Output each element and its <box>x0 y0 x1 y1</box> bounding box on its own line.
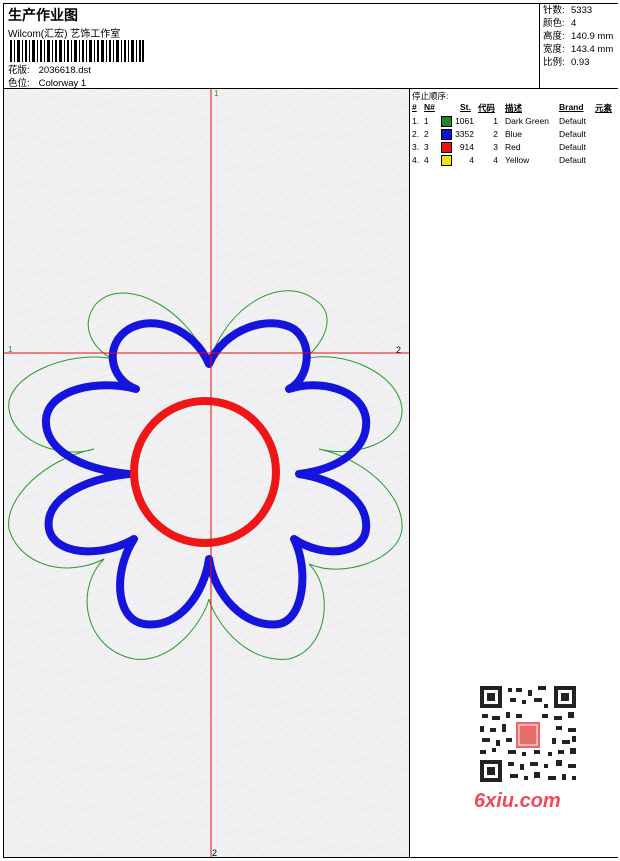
col-header-element: 元素 <box>595 103 613 113</box>
color-swatch <box>441 155 452 166</box>
header: 生产作业图 Wilcom(汇宏) 艺饰工作室 花版: 2036618.dst 色… <box>4 4 617 89</box>
crosshair-label-left: 1 <box>8 345 13 354</box>
color-swatch <box>441 116 452 127</box>
barcode <box>10 40 144 62</box>
table-row: 2. 2 3352 2 Blue Default <box>412 129 586 140</box>
embroidery-design-canvas: 1 2 1 2 <box>4 89 409 857</box>
col-header-number: N# <box>424 102 435 112</box>
col-header-brand: Brand <box>559 102 584 112</box>
stop-sequence-table: 停止顺序: # N# St. 代码 描述 Brand 元素 1. 1 1061 … <box>409 89 618 170</box>
design-specs: 针数: 5333 颜色: 4 高度: 140.9 mm 宽度: 143.4 mm 比例:… <box>539 4 618 88</box>
stop-sequence-caption: 停止顺序: <box>412 91 449 101</box>
qr-center-seal <box>516 722 540 748</box>
stitch-count: 针数: 5333 <box>543 5 593 16</box>
col-header-hash: # <box>412 102 417 112</box>
studio-name: Wilcom(汇宏) 艺饰工作室 <box>8 29 121 40</box>
watermark-logo: 6xiu.com <box>474 790 561 812</box>
crosshair-label-top: 1 <box>214 89 219 98</box>
colorway-label: 色位: <box>8 78 30 89</box>
table-row: 4. 4 4 4 Yellow Default <box>412 155 586 166</box>
color-swatch <box>441 142 452 153</box>
color-swatch <box>441 129 452 140</box>
design-file-row: 花版: 2036618.dst <box>8 62 91 76</box>
fabric-background <box>4 89 409 857</box>
col-header-stitches: St. <box>460 102 471 112</box>
crosshair-label-right: 2 <box>396 345 401 355</box>
design-scale: 比例: 0.93 <box>543 57 590 68</box>
design-height: 高度: 140.9 mm <box>543 31 614 42</box>
colorway-row: 色位: Colorway 1 <box>8 75 86 89</box>
col-header-code: 代码 <box>478 103 496 113</box>
col-header-description: 描述 <box>505 103 523 113</box>
qr-code <box>472 680 584 790</box>
page-title: 生产作业图 <box>8 7 78 23</box>
design-label: 花版: <box>8 65 30 76</box>
crosshair-label-bottom: 2 <box>212 848 217 857</box>
design-width: 宽度: 143.4 mm <box>543 44 614 55</box>
table-row: 3. 3 914 3 Red Default <box>412 142 586 153</box>
colorway-value: Colorway 1 <box>38 78 87 89</box>
table-row: 1. 1 1061 1 Dark Green Default <box>412 116 586 127</box>
color-count: 颜色: 4 <box>543 18 577 29</box>
